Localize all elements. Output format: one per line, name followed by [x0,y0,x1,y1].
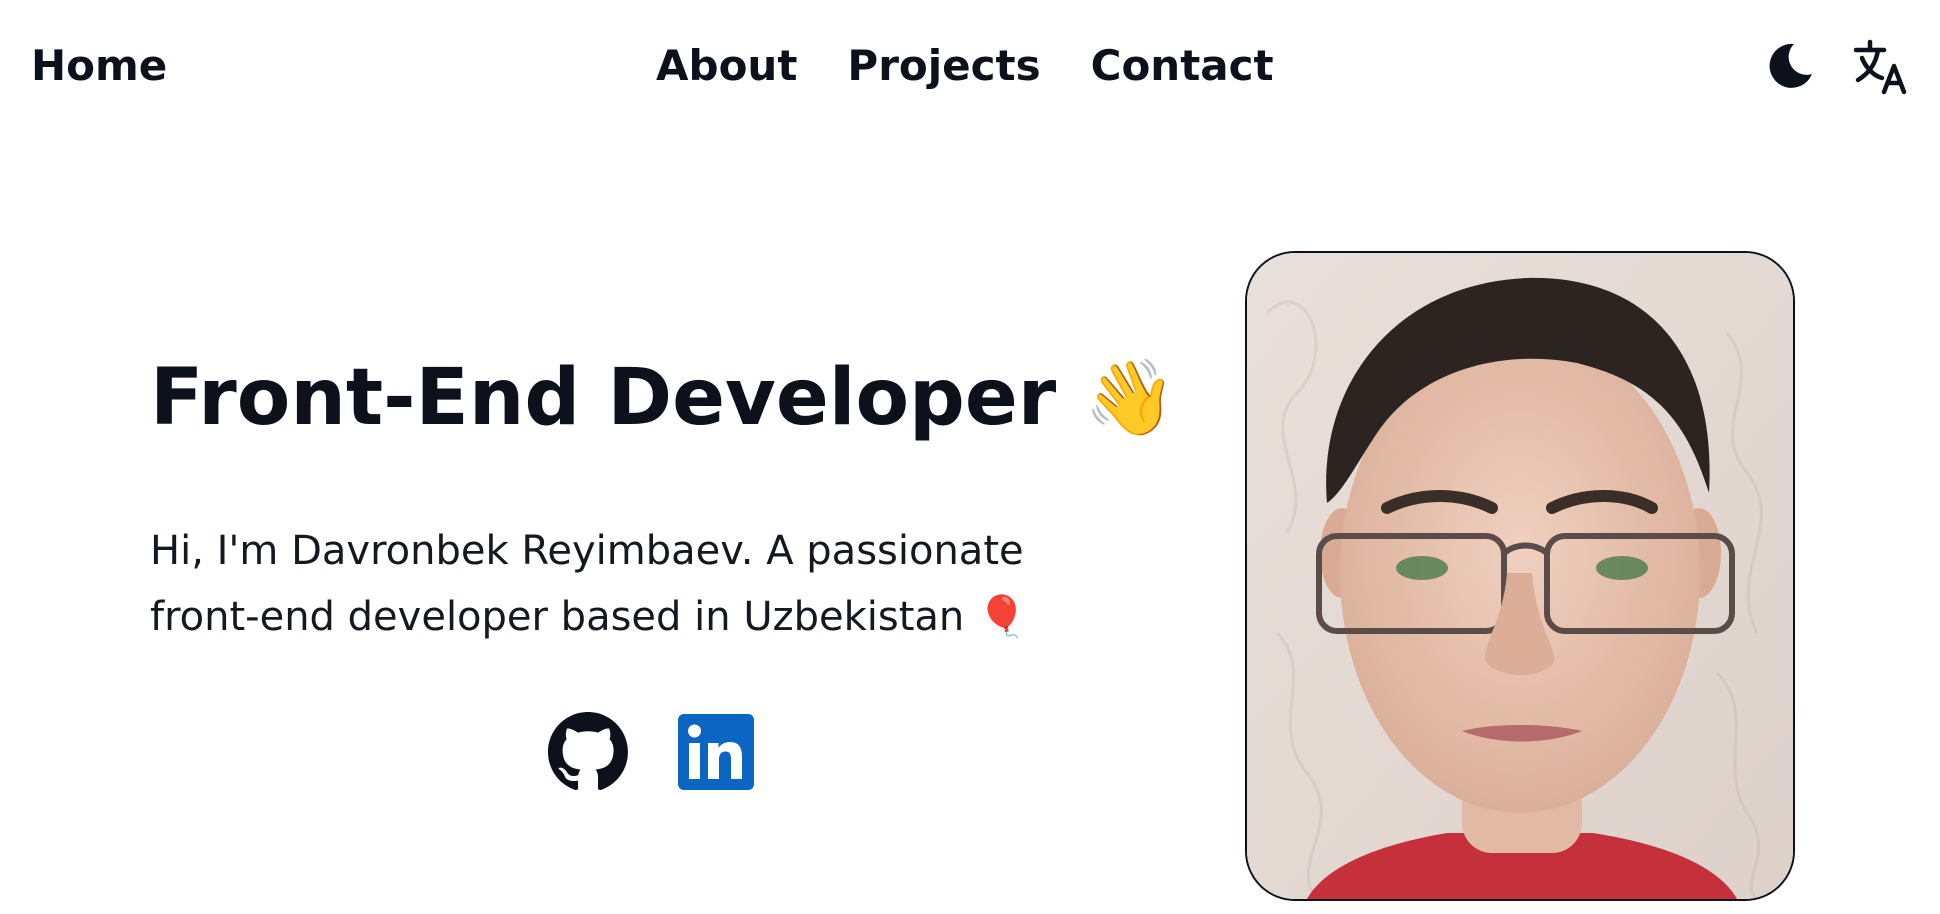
linkedin-link[interactable] [678,714,754,794]
hero-description: Hi, I'm Davronbek Reyimbaev. A passionat… [150,528,1027,640]
nav-contact-link[interactable]: Contact [1091,38,1274,94]
nav-about-link[interactable]: About [656,38,797,94]
profile-photo [1245,251,1795,901]
top-navbar: Home About Projects Contact [0,0,1940,132]
translate-icon [1853,39,1907,95]
hero-title: Front-End Developer 👋 [150,350,1176,446]
waving-hand-icon: 👋 [1084,355,1177,441]
moon-icon [1769,43,1812,88]
theme-toggle-button[interactable] [1760,36,1820,96]
github-icon [548,712,628,791]
hero-title-text: Front-End Developer [150,353,1057,443]
nav-links: About Projects Contact [656,38,1274,94]
social-links [548,712,754,796]
portrait-illustration [1247,253,1793,899]
nav-projects-link[interactable]: Projects [847,38,1040,94]
nav-home-link[interactable]: Home [31,38,167,94]
github-link[interactable] [548,712,628,796]
language-toggle-button[interactable] [1852,36,1912,96]
linkedin-icon [678,714,754,790]
